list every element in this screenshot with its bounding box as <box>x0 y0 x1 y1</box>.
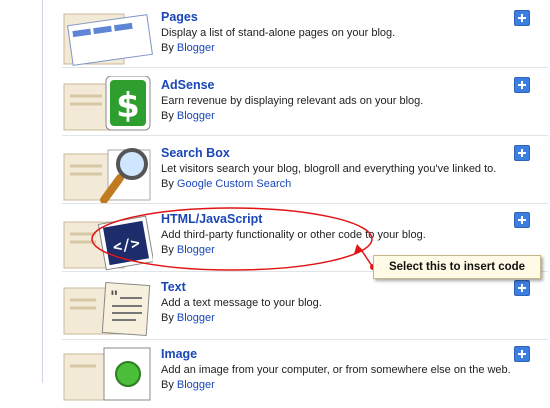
gadget-author-line: By Blogger <box>161 244 215 256</box>
author-link[interactable]: Google Custom Search <box>177 178 291 190</box>
gadget-row-adsense: $ AdSense Earn revenue by displaying rel… <box>62 68 548 136</box>
gadget-row-pages: Pages Display a list of stand-alone page… <box>62 0 548 68</box>
page-divider-line <box>42 0 43 383</box>
gadget-row-text: " Text Add a text message to your blog. … <box>62 272 548 340</box>
gadget-description: Display a list of stand-alone pages on y… <box>161 27 396 39</box>
gadget-author-line: By Blogger <box>161 312 215 324</box>
gadget-description: Add a text message to your blog. <box>161 297 322 309</box>
gadget-description: Add an image from your computer, or from… <box>161 364 511 376</box>
quote-page-icon: " <box>62 280 153 337</box>
gadget-description: Add third-party functionality or other c… <box>161 229 426 241</box>
add-gadget-button[interactable] <box>514 145 530 161</box>
svg-text:$: $ <box>116 86 140 126</box>
gadget-title-search-box[interactable]: Search Box <box>161 146 230 160</box>
add-gadget-button[interactable] <box>514 280 530 296</box>
add-gadget-button[interactable] <box>514 10 530 26</box>
gadget-author-line: By Blogger <box>161 379 215 391</box>
gadget-row-search-box: Search Box Let visitors search your blog… <box>62 136 548 204</box>
author-link[interactable]: Blogger <box>177 42 215 54</box>
gadget-title-pages[interactable]: Pages <box>161 10 198 24</box>
gadget-description: Let visitors search your blog, blogroll … <box>161 163 497 175</box>
code-icon: </> <box>62 214 155 271</box>
by-label: By <box>161 178 174 190</box>
author-link[interactable]: Blogger <box>177 379 215 391</box>
gadget-description: Earn revenue by displaying relevant ads … <box>161 95 424 107</box>
by-label: By <box>161 379 174 391</box>
author-link[interactable]: Blogger <box>177 110 215 122</box>
gadget-author-line: By Blogger <box>161 42 215 54</box>
add-gadget-button[interactable] <box>514 77 530 93</box>
gadget-title-html-javascript[interactable]: HTML/JavaScript <box>161 212 262 226</box>
gadget-title-adsense[interactable]: AdSense <box>161 78 215 92</box>
gadget-row-image: Image Add an image from your computer, o… <box>62 340 548 401</box>
by-label: By <box>161 312 174 324</box>
pages-icon <box>62 10 153 67</box>
add-gadget-button[interactable] <box>514 346 530 362</box>
add-gadget-button[interactable] <box>514 212 530 228</box>
svg-text:": " <box>110 287 118 306</box>
gadget-author-line: By Blogger <box>161 110 215 122</box>
author-link[interactable]: Blogger <box>177 244 215 256</box>
annotation-callout: Select this to insert code <box>373 255 541 279</box>
dollar-icon: $ <box>62 75 153 133</box>
author-link[interactable]: Blogger <box>177 312 215 324</box>
magnifier-icon <box>62 146 153 204</box>
gadget-author-line: By Google Custom Search <box>161 178 291 190</box>
image-icon <box>62 346 153 403</box>
by-label: By <box>161 110 174 122</box>
gadget-title-image[interactable]: Image <box>161 347 197 361</box>
gadget-title-text[interactable]: Text <box>161 280 186 294</box>
by-label: By <box>161 244 174 256</box>
by-label: By <box>161 42 174 54</box>
